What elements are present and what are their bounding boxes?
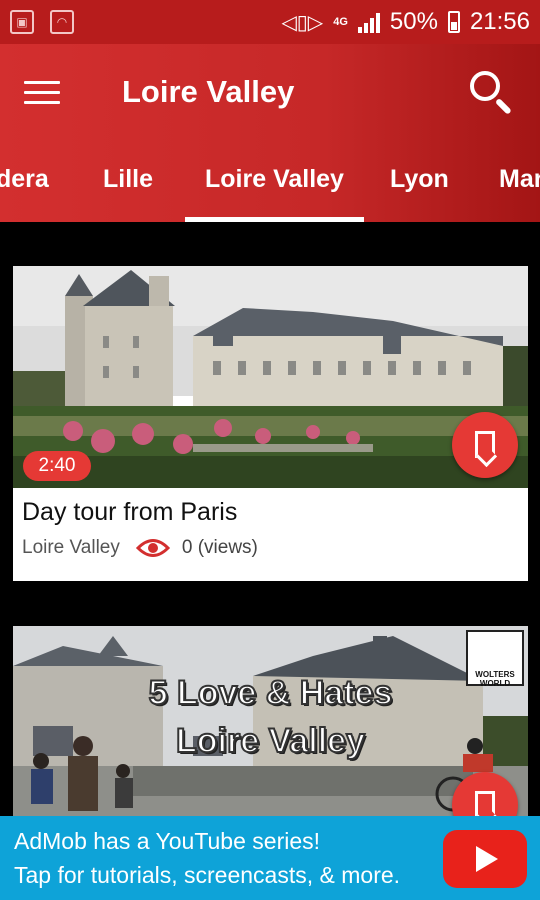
app-bar: Loire Valley — [0, 44, 540, 140]
status-bar: ▣ ◠ ◁▯▷ 4G 50% 21:56 — [0, 0, 540, 44]
video-card[interactable]: 5 Love & Hates Loire Valley WOLTERS WORL… — [13, 626, 528, 816]
bookmark-icon — [475, 791, 495, 816]
hamburger-menu-icon[interactable] — [24, 80, 60, 104]
channel-name: Loire Valley — [22, 537, 120, 558]
tab-lyon[interactable]: Lyon — [390, 140, 449, 222]
video-card[interactable]: 2:40 Day tour from Paris Loire Valley 0 … — [13, 266, 528, 581]
card-body: Day tour from Paris Loire Valley 0 (view… — [13, 488, 528, 581]
screen: ▣ ◠ ◁▯▷ 4G 50% 21:56 Loire Valley dera L… — [0, 0, 540, 900]
chateau-thumbnail-image — [13, 626, 528, 816]
battery-percent: 50% — [389, 8, 438, 35]
eye-icon — [135, 539, 170, 557]
video-title: Day tour from Paris — [22, 498, 238, 526]
vibrate-icon: ◁▯▷ — [281, 11, 324, 34]
search-icon[interactable] — [468, 69, 514, 115]
bookmark-icon — [475, 431, 495, 458]
tab-mar[interactable]: Mar — [499, 140, 540, 222]
tab-lille[interactable]: Lille — [103, 140, 153, 222]
video-thumbnail[interactable]: 5 Love & Hates Loire Valley WOLTERS WORL… — [13, 626, 528, 816]
tab-dera[interactable]: dera — [0, 140, 49, 222]
ad-banner[interactable]: AdMob has a YouTube series! Tap for tuto… — [0, 816, 540, 900]
signal-icon — [357, 11, 380, 33]
view-count: 0 (views) — [181, 537, 258, 558]
youtube-play-icon[interactable] — [443, 830, 527, 888]
chateau-image — [13, 266, 528, 488]
tab-loire-valley[interactable]: Loire Valley — [185, 140, 364, 222]
channel-logo: WOLTERS WORLD — [466, 630, 524, 688]
ad-line-2: Tap for tutorials, screencasts, & more. — [14, 862, 401, 888]
thumbnail-text-line1: 5 Love & Hates — [148, 673, 394, 713]
video-thumbnail[interactable]: 2:40 — [13, 266, 528, 488]
wifi-icon: ◠ — [50, 10, 74, 34]
clock: 21:56 — [469, 8, 530, 35]
video-duration: 2:40 — [23, 451, 91, 481]
bookmark-button[interactable] — [452, 412, 518, 478]
category-tabs: dera Lille Loire Valley Lyon Mar — [0, 140, 540, 222]
gallery-icon: ▣ — [10, 10, 34, 34]
thumbnail-text-line2: Loire Valley — [175, 721, 366, 761]
battery-icon — [447, 11, 460, 33]
network-type: 4G — [333, 15, 348, 28]
ad-line-1: AdMob has a YouTube series! — [14, 828, 321, 854]
app-title: Loire Valley — [122, 74, 295, 109]
